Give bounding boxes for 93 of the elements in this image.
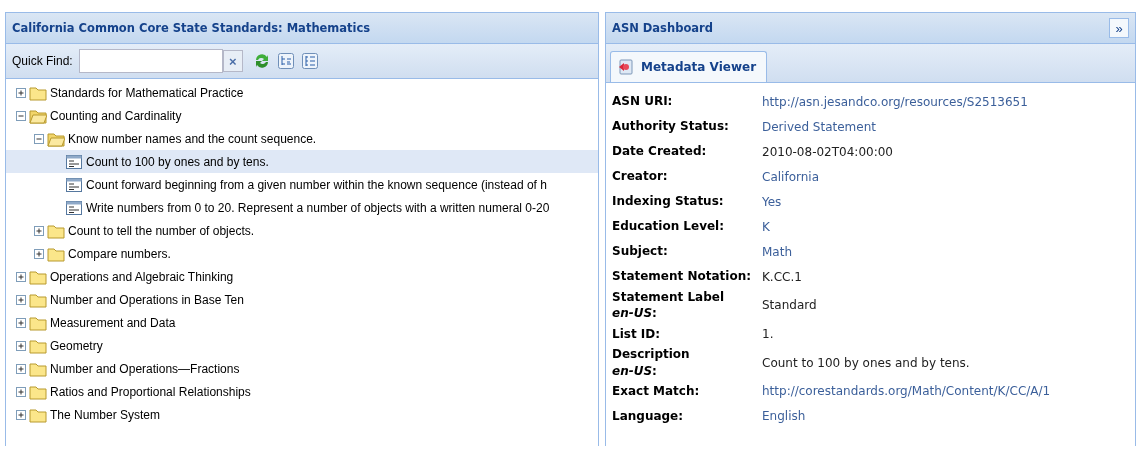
field-label: Education Level: [612,218,724,235]
folder-icon [29,107,47,124]
tree-item[interactable]: Number and Operations in Base Ten [6,288,598,311]
field-label: Creator: [612,168,668,185]
quick-find-field[interactable] [78,49,223,73]
tree-item-label: Number and Operations in Base Ten [50,292,244,307]
document-icon [617,58,635,76]
expand-toggle-icon[interactable] [16,386,26,397]
panel-title: California Common Core State Standards: Mathematics [12,21,371,35]
folder-icon [29,314,47,331]
field-link[interactable]: California [762,169,819,184]
field-link[interactable]: Math [762,244,793,259]
tree-item-label: Counting and Cardinality [50,108,182,123]
field-label: Description en-US: [612,346,690,379]
folder-icon [29,406,47,423]
field-value: Standard [762,298,817,313]
tree-item-label: Count forward beginning from a given number within the known sequence (instead of h [86,177,547,192]
collapse-toggle-icon[interactable] [34,133,44,144]
folder-icon [29,268,47,285]
collapse-all-icon[interactable] [300,52,319,70]
expand-toggle-icon[interactable] [16,340,26,351]
expand-toggle-icon[interactable] [16,271,26,282]
tree-item-label: Write numbers from 0 to 20. Represent a number of objects with a written numeral 0-20 [86,200,550,215]
document-icon [65,176,83,193]
tree-item-label: Geometry [50,338,103,353]
tree-item-label: Operations and Algebraic Thinking [50,269,234,284]
folder-icon [29,291,47,308]
tree-item[interactable]: Ratios and Proportional Relationships [6,380,598,403]
field-value: 1. [762,326,774,341]
tree-item[interactable]: Measurement and Data [6,311,598,334]
tree-item[interactable]: Know number names and the count sequence. [6,127,598,150]
tree-item[interactable]: Geometry [6,334,598,357]
field-link[interactable]: English [762,409,806,424]
field-label: Exact Match: [612,383,700,400]
field-label: Statement Label en-US: [612,289,725,322]
expand-toggle-icon[interactable] [34,248,44,259]
tree-item[interactable]: Count to tell the number of objects. [6,219,598,242]
collapse-button[interactable]: » [1109,18,1129,38]
field-label: Statement Notation: [612,268,751,285]
field-label: Authority Status: [612,118,729,135]
field-link[interactable]: http://corestandards.org/Math/Content/K/CC/A/1 [762,384,1051,399]
tree-item[interactable]: Standards for Mathematical Practice [6,81,598,104]
tree-item[interactable]: The Number System [6,403,598,426]
tree-item-label: Number and Operations—Fractions [50,361,240,376]
tree-item[interactable]: Number and Operations—Fractions [6,357,598,380]
tree-item[interactable]: Count to 100 by ones and by tens. [6,150,598,173]
folder-icon [29,84,47,101]
tree-item[interactable]: Compare numbers. [6,242,598,265]
expand-toggle-icon[interactable] [16,294,26,305]
document-icon [65,153,83,170]
field-link[interactable]: K [762,219,770,234]
tree-item-label: The Number System [50,407,161,422]
tree-item-label: Count to tell the number of objects. [68,223,255,238]
field-label: ASN URI: [612,93,673,110]
field-label: Date Created: [612,143,707,160]
tree-item-label: Measurement and Data [50,315,176,330]
field-label: Indexing Status: [612,193,724,210]
folder-icon [47,222,65,239]
quick-find-label: Quick Find: [12,54,73,68]
expand-toggle-icon[interactable] [16,317,26,328]
field-value: K.CC.1 [762,269,802,284]
expand-toggle-icon[interactable] [16,363,26,374]
expand-all-icon[interactable] [276,52,295,70]
tree-item-label: Standards for Mathematical Practice [50,85,244,100]
field-label: List ID: [612,325,661,342]
tree-item-label: Compare numbers. [68,246,171,261]
tree-item[interactable]: Operations and Algebraic Thinking [6,265,598,288]
folder-icon [29,337,47,354]
expand-toggle-icon[interactable] [16,87,26,98]
tree-item[interactable]: Count forward beginning from a given number within the known sequence (instead of h [6,173,598,196]
tree-item-label: Ratios and Proportional Relationships [50,384,251,399]
document-icon [65,199,83,216]
field-link[interactable]: http://asn.jesandco.org/resources/S2513651 [762,94,1028,109]
field-label: Subject: [612,243,668,260]
field-link[interactable]: Yes [762,194,782,209]
clear-button[interactable]: × [222,50,243,72]
folder-icon [47,245,65,262]
folder-icon [29,383,47,400]
field-value: 2010-08-02T04:00:00 [762,144,893,159]
field-value: Count to 100 by ones and by tens. [762,355,970,370]
panel-title: ASN Dashboard [612,21,713,35]
field-link[interactable]: Derived Statement [762,119,876,134]
tree-item[interactable]: Counting and Cardinality [6,104,598,127]
field-label: Language: [612,408,684,425]
tree-item[interactable]: Write numbers from 0 to 20. Represent a number of objects with a written numeral 0-20 [6,196,598,219]
expand-toggle-icon[interactable] [34,225,44,236]
folder-icon [29,360,47,377]
folder-icon [47,130,65,147]
collapse-toggle-icon[interactable] [16,110,26,121]
tab[interactable]: Metadata Viewer [610,51,768,82]
tree-item-label: Know number names and the count sequence. [68,131,317,146]
expand-toggle-icon[interactable] [16,409,26,420]
tree-item-label: Count to 100 by ones and by tens. [86,154,269,169]
